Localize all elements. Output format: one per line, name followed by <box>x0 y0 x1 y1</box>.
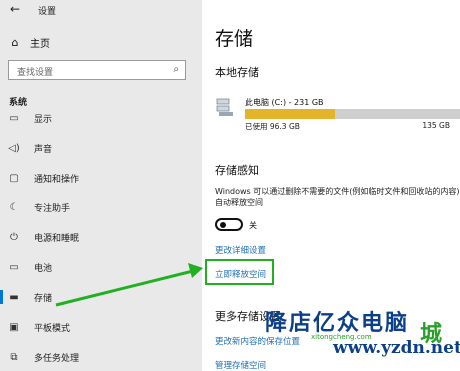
sidebar-item-label: 显示 <box>34 114 53 125</box>
drive-name: 此电脑 (C:) - 231 GB <box>245 98 324 107</box>
page-title: 存储 <box>215 28 254 50</box>
storage-sense-description: Windows 可以通过删除不需要的文件(例如临时文件和回收站的内容)自动释放空… <box>215 187 460 207</box>
storage-icon: ▬ <box>9 291 19 303</box>
sidebar-item[interactable]: ▬ 存储 <box>0 287 202 307</box>
sidebar: ← 设置 ⌂ 主页 查找设置 ⌕ 系统 ▭ 显示 ◁) 声音 ▢ 通知和操作 ☾ 专注助手 ⏻ 电… <box>0 0 202 371</box>
app-title: 设置 <box>38 7 57 17</box>
free-space: 135 GB <box>422 121 450 130</box>
sidebar-item[interactable]: ▭ 电池 <box>0 257 202 277</box>
usage-bar-fill <box>245 109 335 119</box>
search-placeholder: 查找设置 <box>17 68 54 78</box>
highlight-box <box>205 259 274 285</box>
search-icon: ⌕ <box>173 64 179 75</box>
back-arrow-icon[interactable]: ← <box>10 2 20 16</box>
home-label: 主页 <box>30 38 50 50</box>
sidebar-item-label: 声音 <box>34 144 53 155</box>
sidebar-item[interactable]: ▭ 显示 <box>0 108 202 128</box>
sidebar-item[interactable]: ☾ 专注助手 <box>0 197 202 217</box>
sidebar-item-label: 通知和操作 <box>34 174 80 185</box>
storage-sense-toggle[interactable] <box>215 218 243 231</box>
drive-icon <box>216 98 233 116</box>
sidebar-item[interactable]: ▢ 通知和操作 <box>0 168 202 188</box>
search-input[interactable]: 查找设置 ⌕ <box>8 60 186 80</box>
sidebar-item[interactable]: ◁) 声音 <box>0 138 202 158</box>
section-label: 系统 <box>9 98 28 108</box>
tablet-icon: ▣ <box>9 321 19 333</box>
title-bar: ← 设置 <box>0 0 202 22</box>
sidebar-item[interactable]: ⏻ 电源和睡眠 <box>0 227 202 247</box>
moon-icon: ☾ <box>9 201 19 213</box>
power-icon: ⏻ <box>10 231 18 243</box>
sidebar-item-label: 存储 <box>34 293 53 304</box>
watermark-logo: 城 <box>420 322 443 347</box>
storage-sense-heading: 存储感知 <box>215 164 259 177</box>
sidebar-item-label: 专注助手 <box>34 203 71 214</box>
sound-icon: ◁) <box>8 142 20 154</box>
battery-icon: ▭ <box>9 261 19 273</box>
monitor-icon: ▭ <box>9 112 19 124</box>
usage-bar <box>245 109 460 119</box>
sidebar-item-label: 多任务处理 <box>34 353 80 364</box>
notification-icon: ▢ <box>9 172 19 184</box>
toggle-knob <box>220 222 226 228</box>
used-space: 已使用 96.3 GB <box>245 122 300 131</box>
sidebar-item[interactable]: ⧉ 多任务处理 <box>0 347 202 367</box>
sidebar-item-label: 电源和睡眠 <box>34 233 80 244</box>
local-storage-heading: 本地存储 <box>215 66 259 79</box>
toggle-state-label: 关 <box>249 221 257 230</box>
sidebar-item-label: 平板模式 <box>34 323 71 334</box>
multitask-icon: ⧉ <box>10 351 18 363</box>
sidebar-item-label: 电池 <box>34 263 53 274</box>
home-icon: ⌂ <box>11 35 19 49</box>
selected-indicator <box>0 290 3 304</box>
sidebar-item[interactable]: ▣ 平板模式 <box>0 317 202 337</box>
home-nav-item[interactable]: ⌂ 主页 <box>8 33 51 51</box>
change-settings-link[interactable]: 更改详细设置 <box>215 244 266 256</box>
manage-storage-spaces-link[interactable]: 管理存储空间 <box>215 359 266 371</box>
